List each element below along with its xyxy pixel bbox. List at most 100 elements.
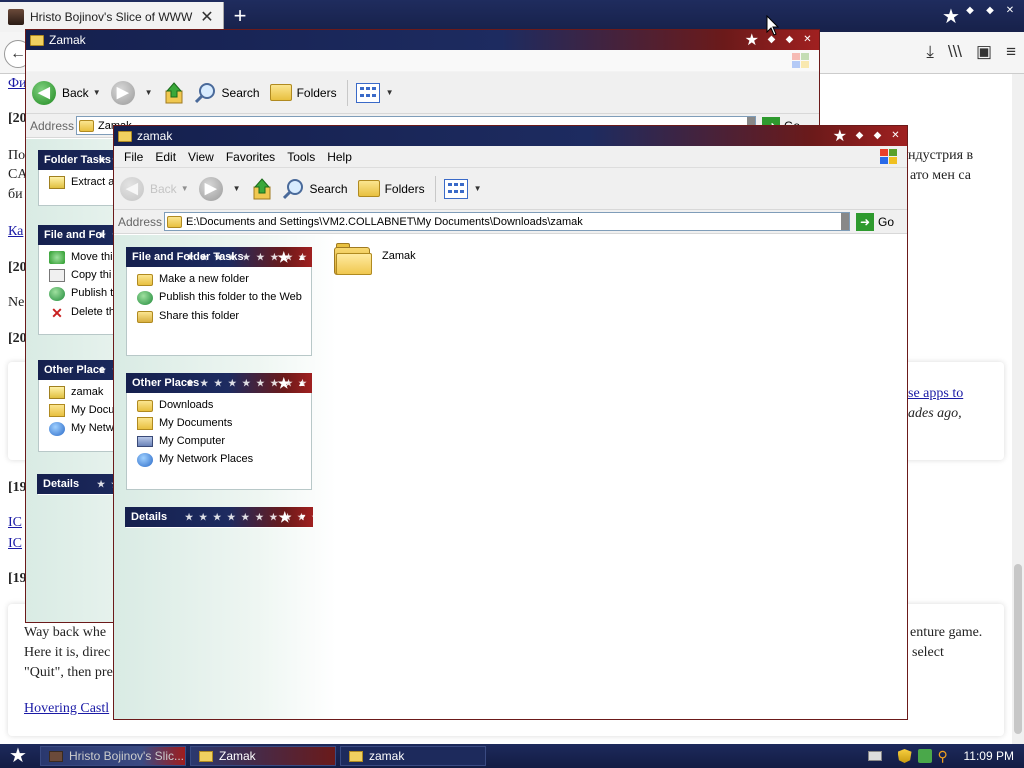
panel-header[interactable]: ★★★★★★★★★★ File and Folder Tasks ★ ▲ [126, 247, 312, 267]
page-date: [19 [8, 571, 27, 586]
toolbar-separator [346, 79, 348, 106]
scrollbar-thumb[interactable] [1014, 564, 1022, 734]
folder-item[interactable]: Zamak [334, 243, 416, 275]
clock[interactable]: 11:09 PM [964, 749, 1014, 763]
maximize-icon[interactable]: ◆ [782, 32, 797, 47]
page-link[interactable]: Hovering Castl [24, 701, 109, 717]
chevron-down-icon[interactable]: ▼ [233, 184, 241, 193]
task-share-folder[interactable]: Share this folder [137, 310, 303, 323]
place-label: Downloads [159, 399, 214, 411]
folders-button[interactable]: Folders [357, 180, 425, 197]
go-button[interactable]: ➜ Go [856, 212, 894, 231]
collapse-icon[interactable]: ▲ [297, 247, 306, 267]
menu-view[interactable]: View [182, 150, 220, 164]
tab-close-icon[interactable]: ✕ [199, 7, 215, 27]
panel-title: Details [131, 511, 168, 523]
back-button[interactable]: ◀ Back ▼ [120, 176, 189, 201]
page-text: По [8, 148, 26, 163]
windows-logo-icon [791, 52, 811, 70]
page-link[interactable]: Фи [8, 76, 27, 92]
task-publish-folder[interactable]: Publish this folder to the Web [137, 291, 303, 305]
search-button[interactable]: Search [282, 178, 348, 200]
page-text: Ne [8, 295, 25, 310]
window-title-bar[interactable]: zamak ★ ◆ ◆ ✕ [114, 126, 907, 146]
place-downloads[interactable]: Downloads [137, 399, 303, 412]
address-input[interactable]: E:\Documents and Settings\VM2.COLLABNET\… [164, 212, 850, 231]
go-arrow-icon: ➜ [856, 212, 874, 231]
views-button[interactable]: ▼ [443, 178, 482, 199]
start-button[interactable]: ★ [0, 744, 36, 768]
explorer-window-front[interactable]: zamak ★ ◆ ◆ ✕ File Edit View Favorites T… [113, 125, 908, 720]
network-status-icon[interactable] [917, 749, 932, 763]
chevron-down-icon[interactable]: ▼ [145, 88, 153, 97]
up-folder-icon[interactable] [251, 177, 273, 201]
place-my-network-places[interactable]: My Network Places [137, 453, 303, 467]
page-text: Way back whe [24, 625, 107, 640]
folders-icon [269, 84, 292, 101]
page-link[interactable]: IC [8, 536, 22, 552]
search-tray-icon[interactable]: ⚲ [938, 749, 952, 763]
address-dropdown-button[interactable] [841, 213, 849, 230]
place-my-computer[interactable]: My Computer [137, 435, 303, 448]
collapse-icon[interactable]: ▲ [297, 373, 306, 393]
page-link[interactable]: IC [8, 515, 22, 531]
taskbar-item-label: zamak [369, 749, 405, 763]
maximize-icon[interactable]: ◆ [982, 4, 998, 18]
panel-star-icon: ★ [277, 249, 290, 265]
minimize-icon[interactable]: ◆ [852, 128, 867, 143]
views-button[interactable]: ▼ [355, 82, 394, 103]
chevron-down-icon: ▼ [473, 184, 482, 193]
page-link[interactable]: se apps to [908, 386, 963, 402]
panel-title: Folder Tasks [44, 154, 112, 166]
menu-help[interactable]: Help [321, 150, 358, 164]
new-tab-button[interactable]: + [228, 4, 252, 28]
taskbar-item-browser[interactable]: Hristo Bojinov's Slic... [40, 746, 186, 766]
keyboard-icon[interactable] [867, 751, 882, 761]
address-bar: Address E:\Documents and Settings\VM2.CO… [114, 210, 907, 234]
back-button[interactable]: ◀ Back ▼ [32, 80, 101, 105]
folder-icon [118, 130, 132, 142]
sidebar-icon[interactable]: ▣ [976, 42, 992, 62]
browser-scrollbar[interactable] [1012, 74, 1024, 744]
page-link[interactable]: Ка [8, 224, 23, 240]
folder-icon [199, 750, 213, 762]
chevron-down-icon[interactable]: ▼ [181, 184, 189, 193]
folders-button[interactable]: Folders [269, 84, 337, 101]
window-title-bar[interactable]: Zamak ★ ◆ ◆ ✕ [26, 30, 819, 50]
page-text: select [912, 645, 944, 660]
library-icon[interactable]: \\\ [948, 42, 962, 62]
panel-star-icon: ★ [277, 375, 290, 391]
task-label: Delete th [71, 306, 116, 318]
expand-icon[interactable]: ▼ [298, 507, 307, 527]
menu-tools[interactable]: Tools [281, 150, 321, 164]
menu-edit[interactable]: Edit [149, 150, 182, 164]
close-icon[interactable]: ✕ [800, 32, 815, 47]
up-folder-icon[interactable] [163, 81, 185, 105]
browser-tab[interactable]: Hristo Bojinov's Slice of WWW ✕ [0, 2, 224, 32]
search-button[interactable]: Search [194, 82, 260, 104]
place-label: My Computer [159, 435, 226, 447]
taskbar-item-zamak[interactable]: Zamak [190, 746, 336, 766]
forward-button[interactable]: ▶ ▼ [110, 80, 153, 105]
window-title: zamak [137, 129, 173, 143]
panel-header[interactable]: ★★★★★★★★★★ Other Places ★ ▲ [126, 373, 312, 393]
panel-header[interactable]: ★★★★★★★★★★ Details ★ ▼ [125, 507, 313, 527]
place-my-documents[interactable]: My Documents [137, 417, 303, 430]
maximize-icon[interactable]: ◆ [870, 128, 885, 143]
minimize-icon[interactable]: ◆ [962, 4, 978, 18]
close-icon[interactable]: ✕ [888, 128, 903, 143]
title-star-icon: ★ [744, 32, 759, 49]
downloads-icon[interactable]: ⤓ [926, 42, 934, 62]
menu-file[interactable]: File [118, 150, 149, 164]
address-label: Address [30, 118, 75, 133]
chevron-down-icon[interactable]: ▼ [93, 88, 101, 97]
page-text: "Quit", then pre [24, 665, 113, 680]
security-shield-icon[interactable] [897, 749, 912, 763]
task-make-new-folder[interactable]: Make a new folder [137, 273, 303, 286]
folder-icon [137, 400, 153, 412]
taskbar-item-zamak-lower[interactable]: zamak [340, 746, 486, 766]
close-icon[interactable]: ✕ [1002, 4, 1018, 18]
menu-favorites[interactable]: Favorites [220, 150, 281, 164]
menu-icon[interactable]: ≡ [1006, 42, 1016, 62]
forward-button[interactable]: ▶ ▼ [198, 176, 241, 201]
